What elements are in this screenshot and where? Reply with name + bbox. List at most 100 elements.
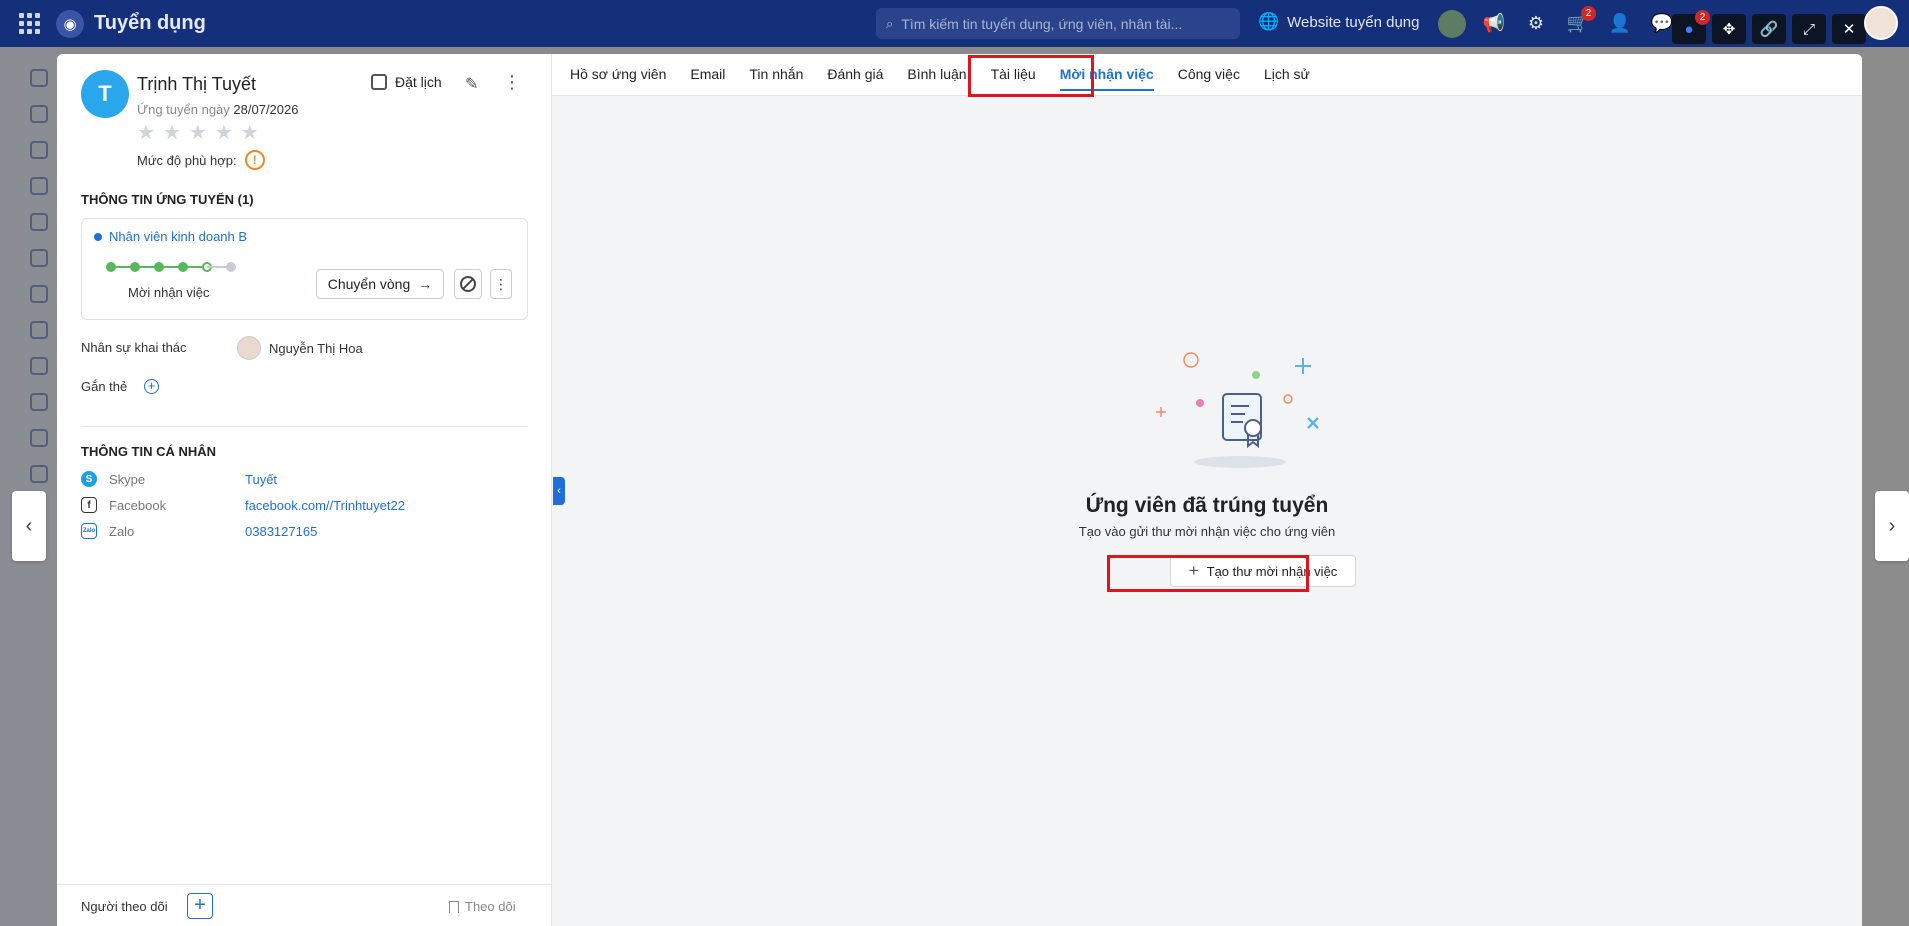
website-label: Website tuyển dụng [1287, 13, 1420, 31]
expand-icon[interactable]: ⤢ [1792, 14, 1826, 44]
bg-nav-icon [30, 249, 48, 267]
info-row-skype: S Skype Tuyết [81, 468, 528, 490]
reject-button[interactable] [454, 269, 482, 299]
create-offer-label: Tạo thư mời nhận việc [1206, 563, 1338, 579]
add-follower-button[interactable]: + [187, 893, 213, 919]
previous-candidate-button[interactable]: ‹ [12, 491, 46, 561]
empty-state-title: Ứng viên đã trúng tuyển [1085, 494, 1329, 517]
star-icon[interactable]: ★ [137, 120, 155, 145]
zalo-icon: Zalo [81, 523, 97, 539]
plus-icon: + [1188, 561, 1199, 580]
current-stage: Mời nhận việc [128, 285, 210, 300]
background-content [1862, 47, 1909, 926]
move-icon[interactable]: ✥ [1712, 14, 1746, 44]
add-user-icon[interactable]: 👤 [1606, 10, 1634, 38]
app-grid-icon[interactable] [16, 11, 42, 37]
candidate-summary-panel: T Trịnh Thị Tuyết Ứng tuyển ngày 28/07/2… [57, 54, 552, 926]
tags-label: Gắn thẻ [81, 379, 128, 394]
chevron-right-icon: › [1888, 514, 1896, 537]
job-status-dot [94, 232, 102, 241]
tab-8[interactable]: Lịch sử [1252, 54, 1322, 95]
candidate-detail-panel: Hồ sơ ứng viên Email Tin nhắn Đánh giá Bình … [552, 54, 1862, 926]
tab-3[interactable]: Đánh giá [815, 54, 895, 95]
schedule-button[interactable]: Đặt lịch [371, 74, 442, 90]
tab-1[interactable]: Email [678, 54, 737, 95]
megaphone-icon[interactable]: 📢 [1480, 10, 1508, 38]
tab-5[interactable]: Tài liệu [979, 54, 1048, 95]
global-search[interactable]: ⌕ [876, 8, 1240, 39]
calendar-icon [371, 74, 387, 90]
bg-nav-icon [30, 69, 48, 87]
messenger-icon[interactable]: ● 2 [1672, 10, 1710, 44]
application-card: Nhân viên kinh doanh B Mời nhận việc Chu… [81, 218, 528, 320]
star-icon[interactable]: ★ [241, 120, 259, 145]
bg-nav-icon [30, 393, 48, 411]
tab-7[interactable]: Công việc [1166, 54, 1252, 95]
more-vertical-icon: ⋮ [494, 275, 508, 292]
follow-button[interactable]: Theo dõi [449, 899, 516, 914]
bookmark-icon [449, 900, 459, 913]
application-more-button[interactable]: ⋮ [490, 269, 512, 299]
info-value[interactable]: 0383127165 [245, 524, 317, 539]
recruiter[interactable]: Nguyễn Thị Hoa [237, 336, 363, 360]
user-avatar[interactable] [1864, 6, 1898, 40]
collapse-panel-icon[interactable]: ‹ [553, 477, 565, 505]
tab-2[interactable]: Tin nhắn [737, 54, 815, 95]
star-icon[interactable]: ★ [189, 120, 207, 145]
user-badge-icon[interactable] [1438, 9, 1466, 38]
move-stage-button[interactable]: Chuyển vòng → [316, 269, 444, 299]
step-dot [226, 262, 236, 272]
create-offer-button[interactable]: + Tạo thư mời nhận việc [1170, 555, 1356, 587]
add-tag-icon[interactable]: + [144, 379, 159, 394]
followers-label: Người theo dõi [81, 899, 168, 914]
tab-6[interactable]: Mời nhận việc [1048, 54, 1166, 95]
link-icon[interactable]: 🔗 [1752, 14, 1786, 44]
gear-icon[interactable]: ⚙ [1522, 10, 1550, 38]
info-value[interactable]: Tuyết [245, 472, 277, 487]
search-input[interactable] [901, 15, 1222, 32]
info-row-facebook: f Facebook facebook.com//Trinhtuyet22 [81, 494, 528, 516]
app-logo-icon: ◉ [56, 9, 84, 38]
next-candidate-button[interactable]: › [1875, 491, 1909, 561]
skype-icon: S [81, 471, 97, 487]
tab-4[interactable]: Bình luận [895, 54, 978, 95]
search-icon: ⌕ [886, 15, 894, 31]
divider [81, 426, 528, 427]
recruiter-label: Nhân sự khai thác [81, 340, 187, 355]
candidate-modal: T Trịnh Thị Tuyết Ứng tuyển ngày 28/07/2… [57, 54, 1862, 926]
rating-stars[interactable]: ★ ★ ★ ★ ★ [137, 120, 259, 145]
application-section-title: THÔNG TIN ỨNG TUYỂN (1) [81, 192, 254, 207]
facebook-icon: f [81, 497, 97, 513]
edit-icon[interactable]: ✎ [465, 74, 478, 94]
fit-level: Mức độ phù hợp: ! [137, 150, 265, 170]
info-value[interactable]: facebook.com//Trinhtuyet22 [245, 498, 405, 513]
tab-0[interactable]: Hồ sơ ứng viên [558, 54, 678, 95]
follow-label: Theo dõi [465, 899, 516, 914]
website-link[interactable]: 🌐 Website tuyển dụng [1258, 12, 1419, 32]
close-icon[interactable]: ✕ [1832, 14, 1866, 44]
bg-nav-icon [30, 105, 48, 123]
top-bar: ◉ Tuyển dụng ⌕ 🌐 Website tuyển dụng 📢 ⚙ … [0, 0, 1909, 47]
bg-nav-icon [30, 465, 48, 483]
globe-icon: 🌐 [1258, 12, 1280, 31]
applied-date: Ứng tuyển ngày 28/07/2026 [137, 102, 298, 117]
applied-prefix: Ứng tuyển ngày [137, 102, 230, 117]
info-label: Facebook [109, 497, 167, 513]
followers-footer: Người theo dõi + Theo dõi [57, 884, 552, 926]
star-icon[interactable]: ★ [163, 120, 181, 145]
schedule-label: Đặt lịch [395, 74, 442, 90]
job-link[interactable]: Nhân viên kinh doanh B [94, 229, 247, 244]
cart-icon[interactable]: 🛒 2 [1564, 5, 1596, 38]
chat-badge: 2 [1695, 10, 1710, 25]
more-vertical-icon[interactable]: ⋮ [503, 72, 521, 93]
app-title: Tuyển dụng [94, 12, 206, 34]
floating-toolbar: ● 2 ✥ 🔗 ⤢ ✕ [1672, 10, 1866, 44]
bg-nav-icon [30, 429, 48, 447]
background-sidebar [0, 47, 57, 926]
fit-level-icon[interactable]: ! [244, 150, 265, 170]
star-icon[interactable]: ★ [215, 120, 233, 145]
move-stage-label: Chuyển vòng [327, 276, 411, 292]
block-icon [460, 276, 476, 292]
cart-badge: 2 [1581, 5, 1596, 21]
offer-illustration-icon [1156, 352, 1319, 468]
